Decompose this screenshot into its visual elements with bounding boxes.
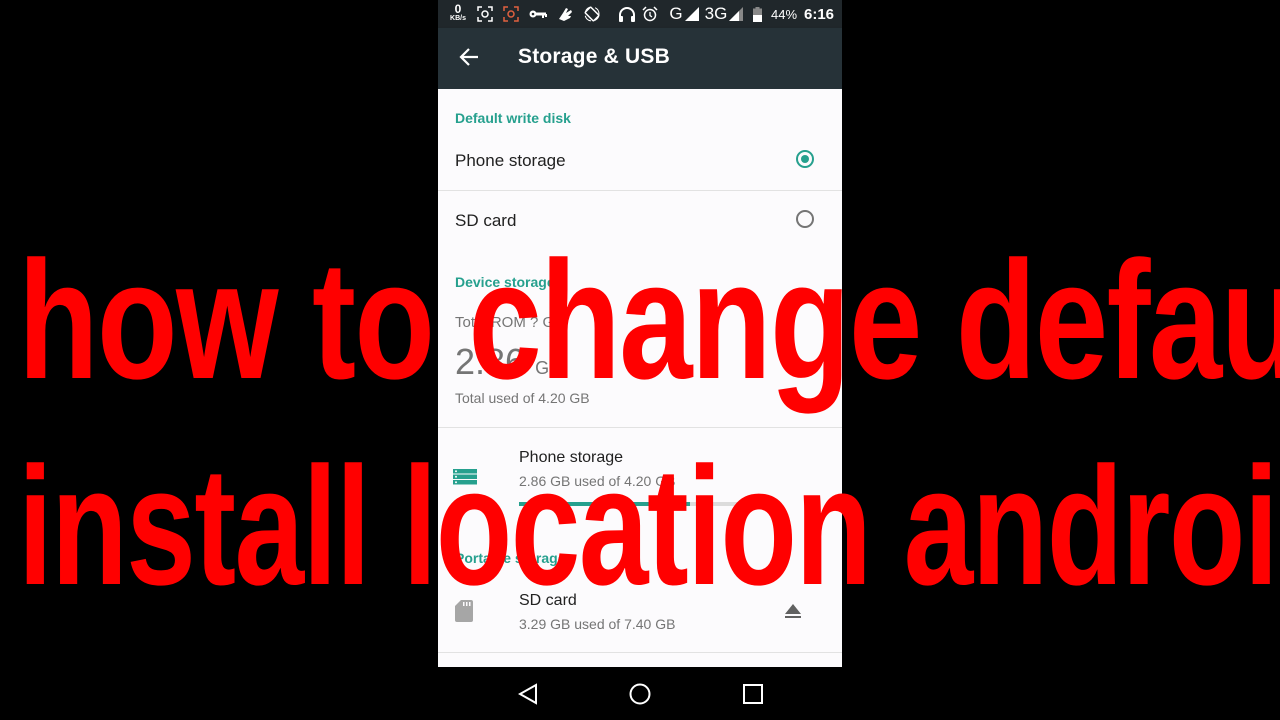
option-phone-storage[interactable]: Phone storage <box>438 133 842 190</box>
used-storage-value: 2.86 GB <box>455 341 561 383</box>
signal-3g-icon: 3G <box>702 0 746 28</box>
home-icon[interactable] <box>627 681 653 707</box>
device-storage-header: Device storage <box>455 274 555 290</box>
volume-sd-card-title: SD card <box>519 592 577 609</box>
network-speed-value: 0 <box>454 2 462 16</box>
option-phone-storage-label: Phone storage <box>455 151 566 170</box>
volume-phone-storage-summary: 2.86 GB used of 4.20 GB <box>519 473 676 489</box>
recents-icon[interactable] <box>740 681 766 707</box>
screen-record-icon <box>502 0 520 28</box>
arrow-back-icon[interactable] <box>458 46 480 68</box>
alarm-icon <box>641 0 659 28</box>
eject-icon[interactable] <box>784 603 802 624</box>
sd-card-icon <box>455 600 473 627</box>
auto-rotate-icon <box>583 0 601 28</box>
volume-sd-card[interactable]: SD card 3.29 GB used of 7.40 GB <box>438 579 842 652</box>
radio-phone-storage[interactable] <box>796 150 814 168</box>
used-unit: GB <box>535 358 562 378</box>
page-title: Storage & USB <box>518 45 670 68</box>
volume-phone-storage[interactable]: Phone storage 2.86 GB used of 4.20 GB <box>438 428 842 518</box>
used-value: 2.86 <box>455 341 526 382</box>
storage-icon <box>453 469 477 490</box>
app-bar: Storage & USB <box>438 28 842 89</box>
default-write-disk-header: Default write disk <box>455 110 571 126</box>
clock: 6:16 <box>803 5 835 23</box>
total-used-text: Total used of 4.20 GB <box>455 390 590 406</box>
volume-phone-storage-title: Phone storage <box>519 449 624 466</box>
network-type-1: G <box>669 4 683 23</box>
nav-back-icon[interactable] <box>515 681 541 707</box>
phone-storage-progress <box>519 502 771 506</box>
battery-percent: 44% <box>770 6 798 22</box>
settings-content: Default write disk Phone storage SD card… <box>438 89 842 667</box>
status-bar: 0 KB/s G 3G 44% 6:16 <box>438 0 842 28</box>
hand-icon <box>556 0 574 28</box>
volume-sd-card-summary: 3.29 GB used of 7.40 GB <box>519 616 676 632</box>
radio-sd-card[interactable] <box>796 210 814 228</box>
phone-screen: 0 KB/s G 3G 44% 6:16 Storage & USB Defau… <box>438 0 842 720</box>
battery-icon <box>750 0 764 28</box>
screenshot-icon <box>476 0 494 28</box>
option-sd-card-label: SD card <box>455 211 517 230</box>
network-type-2: 3G <box>704 4 728 23</box>
navigation-bar <box>438 667 842 720</box>
total-rom-label: Total ROM ? GB <box>455 314 565 331</box>
headphones-icon <box>618 0 636 28</box>
portable-storage-header: Portable storage <box>455 550 566 566</box>
signal-g-icon: G <box>666 0 702 28</box>
divider <box>438 652 842 653</box>
vpn-key-icon <box>529 0 547 28</box>
phone-storage-progress-fill <box>519 502 691 506</box>
network-speed: 0 KB/s <box>448 0 468 28</box>
network-speed-unit: KB/s <box>450 15 466 22</box>
option-sd-card[interactable]: SD card <box>438 191 842 251</box>
